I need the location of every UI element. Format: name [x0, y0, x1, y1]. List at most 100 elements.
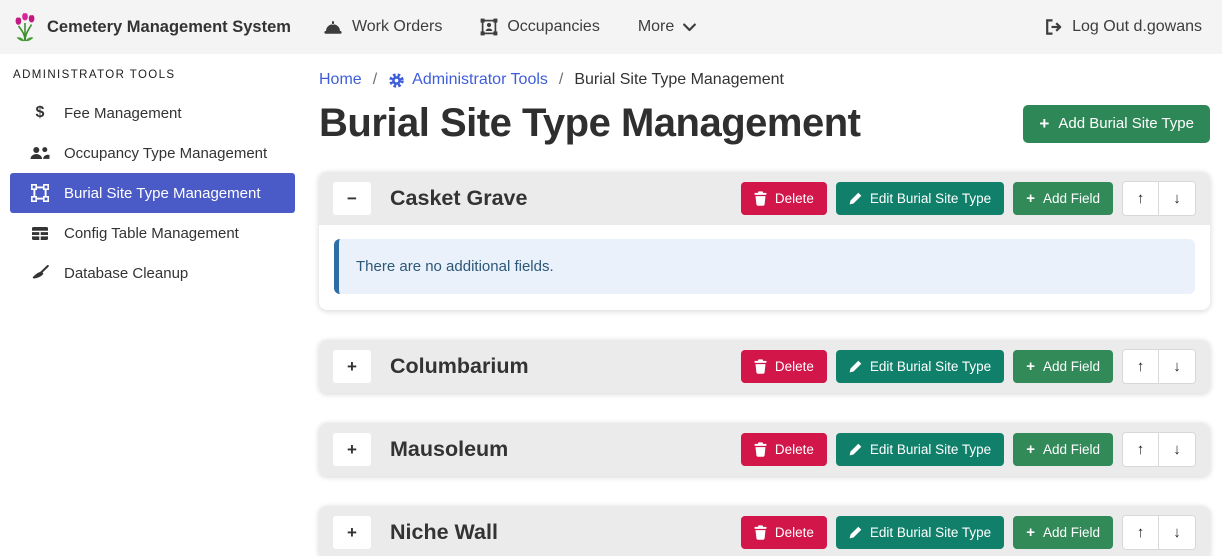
sidebar-heading: ADMINISTRATOR TOOLS [0, 61, 295, 93]
sidebar: ADMINISTRATOR TOOLS $ Fee Management Occ… [0, 54, 295, 556]
plus-icon: + [1026, 524, 1035, 541]
people-icon [29, 146, 51, 160]
move-up-button[interactable]: ↑ [1123, 182, 1159, 215]
panel-title: Casket Grave [390, 186, 527, 211]
sidebar-item-occupancy-type[interactable]: Occupancy Type Management [10, 133, 295, 173]
reorder-button-group: ↑ ↓ [1122, 432, 1196, 467]
pencil-icon [849, 192, 862, 205]
trash-icon [754, 359, 767, 374]
breadcrumb-admin-tools-link[interactable]: Administrator Tools [388, 71, 548, 89]
brand[interactable]: Cemetery Management System [12, 12, 291, 42]
edit-label: Edit Burial Site Type [870, 525, 991, 540]
breadcrumb-admin-tools-label: Administrator Tools [412, 71, 548, 89]
edit-label: Edit Burial Site Type [870, 191, 991, 206]
nav-work-orders-label: Work Orders [352, 18, 442, 36]
move-down-button[interactable]: ↓ [1159, 350, 1195, 383]
nav-links: Work Orders Occupancies More [323, 18, 696, 36]
add-field-button[interactable]: + Add Field [1013, 516, 1113, 549]
delete-label: Delete [775, 525, 814, 540]
trash-icon [754, 191, 767, 206]
breadcrumb-separator: / [559, 71, 563, 89]
logout-button[interactable]: Log Out d.gowans [1045, 18, 1202, 36]
move-up-button[interactable]: ↑ [1123, 433, 1159, 466]
page-title: Burial Site Type Management [319, 101, 860, 146]
trash-icon [754, 525, 767, 540]
add-field-label: Add Field [1043, 442, 1100, 457]
broom-icon [29, 265, 51, 281]
panel-casket-grave: − Casket Grave Delete [319, 172, 1210, 310]
nav-work-orders[interactable]: Work Orders [323, 18, 442, 36]
panel-actions: Delete Edit Burial Site Type + Add Field… [741, 181, 1196, 216]
sidebar-item-fee-management[interactable]: $ Fee Management [10, 93, 295, 133]
dollar-icon: $ [29, 104, 51, 122]
sidebar-item-database-cleanup[interactable]: Database Cleanup [10, 253, 295, 293]
sidebar-item-label: Database Cleanup [64, 265, 188, 282]
edit-burial-site-type-button[interactable]: Edit Burial Site Type [836, 516, 1004, 549]
pencil-icon [849, 443, 862, 456]
edit-burial-site-type-button[interactable]: Edit Burial Site Type [836, 350, 1004, 383]
sign-out-icon [1045, 19, 1063, 35]
expand-toggle-button[interactable]: + [333, 433, 371, 466]
sidebar-item-burial-site-type[interactable]: Burial Site Type Management [10, 173, 295, 213]
expand-toggle-button[interactable]: + [333, 350, 371, 383]
move-down-button[interactable]: ↓ [1159, 182, 1195, 215]
edit-burial-site-type-button[interactable]: Edit Burial Site Type [836, 433, 1004, 466]
add-burial-site-type-label: Add Burial Site Type [1058, 115, 1194, 132]
breadcrumb-home-link[interactable]: Home [319, 71, 362, 89]
pencil-icon [849, 360, 862, 373]
panel-columbarium: + Columbarium Delete [319, 340, 1210, 393]
panel-header: + Niche Wall Delete [319, 506, 1210, 556]
panel-mausoleum: + Mausoleum Delete [319, 423, 1210, 476]
edit-burial-site-type-button[interactable]: Edit Burial Site Type [836, 182, 1004, 215]
main-content: Home / Administrator Tools / Burial Site… [295, 54, 1222, 556]
delete-button[interactable]: Delete [741, 433, 827, 466]
move-down-button[interactable]: ↓ [1159, 516, 1195, 549]
panel-actions: Delete Edit Burial Site Type + Add Field… [741, 432, 1196, 467]
move-down-button[interactable]: ↓ [1159, 433, 1195, 466]
delete-button[interactable]: Delete [741, 350, 827, 383]
add-field-label: Add Field [1043, 525, 1100, 540]
delete-button[interactable]: Delete [741, 182, 827, 215]
move-up-button[interactable]: ↑ [1123, 516, 1159, 549]
add-field-button[interactable]: + Add Field [1013, 350, 1113, 383]
logout-label: Log Out d.gowans [1072, 18, 1202, 36]
breadcrumb-current: Burial Site Type Management [574, 71, 784, 89]
sidebar-item-config-table[interactable]: Config Table Management [10, 213, 295, 253]
hard-hat-icon [323, 20, 343, 35]
reorder-button-group: ↑ ↓ [1122, 515, 1196, 550]
panel-header: − Casket Grave Delete [319, 172, 1210, 225]
panel-title: Columbarium [390, 354, 529, 379]
expand-toggle-button[interactable]: + [333, 516, 371, 549]
edit-label: Edit Burial Site Type [870, 442, 991, 457]
panel-title: Niche Wall [390, 520, 498, 545]
move-up-button[interactable]: ↑ [1123, 350, 1159, 383]
sidebar-item-label: Burial Site Type Management [64, 185, 261, 202]
pencil-icon [849, 526, 862, 539]
delete-button[interactable]: Delete [741, 516, 827, 549]
plus-icon: + [1039, 114, 1049, 134]
nav-more[interactable]: More [638, 18, 696, 36]
nav-occupancies-label: Occupancies [507, 18, 600, 36]
panel-actions: Delete Edit Burial Site Type + Add Field… [741, 515, 1196, 550]
panel-header: + Columbarium Delete [319, 340, 1210, 393]
panel-body: There are no additional fields. [319, 225, 1210, 310]
plus-icon: + [1026, 358, 1035, 375]
add-burial-site-type-button[interactable]: + Add Burial Site Type [1023, 105, 1210, 143]
gear-icon [388, 72, 405, 89]
panel-actions: Delete Edit Burial Site Type + Add Field… [741, 349, 1196, 384]
plus-icon: + [1026, 441, 1035, 458]
top-navbar: Cemetery Management System Work Orders O [0, 0, 1222, 54]
table-icon [29, 226, 51, 241]
sidebar-item-label: Fee Management [64, 105, 182, 122]
add-field-button[interactable]: + Add Field [1013, 433, 1113, 466]
breadcrumb-separator: / [373, 71, 377, 89]
add-field-label: Add Field [1043, 191, 1100, 206]
collapse-toggle-button[interactable]: − [333, 182, 371, 215]
breadcrumb: Home / Administrator Tools / Burial Site… [319, 71, 1210, 89]
delete-label: Delete [775, 191, 814, 206]
add-field-button[interactable]: + Add Field [1013, 182, 1113, 215]
add-field-label: Add Field [1043, 359, 1100, 374]
no-fields-alert: There are no additional fields. [334, 239, 1195, 294]
chevron-down-icon [683, 23, 696, 32]
nav-occupancies[interactable]: Occupancies [480, 18, 600, 36]
